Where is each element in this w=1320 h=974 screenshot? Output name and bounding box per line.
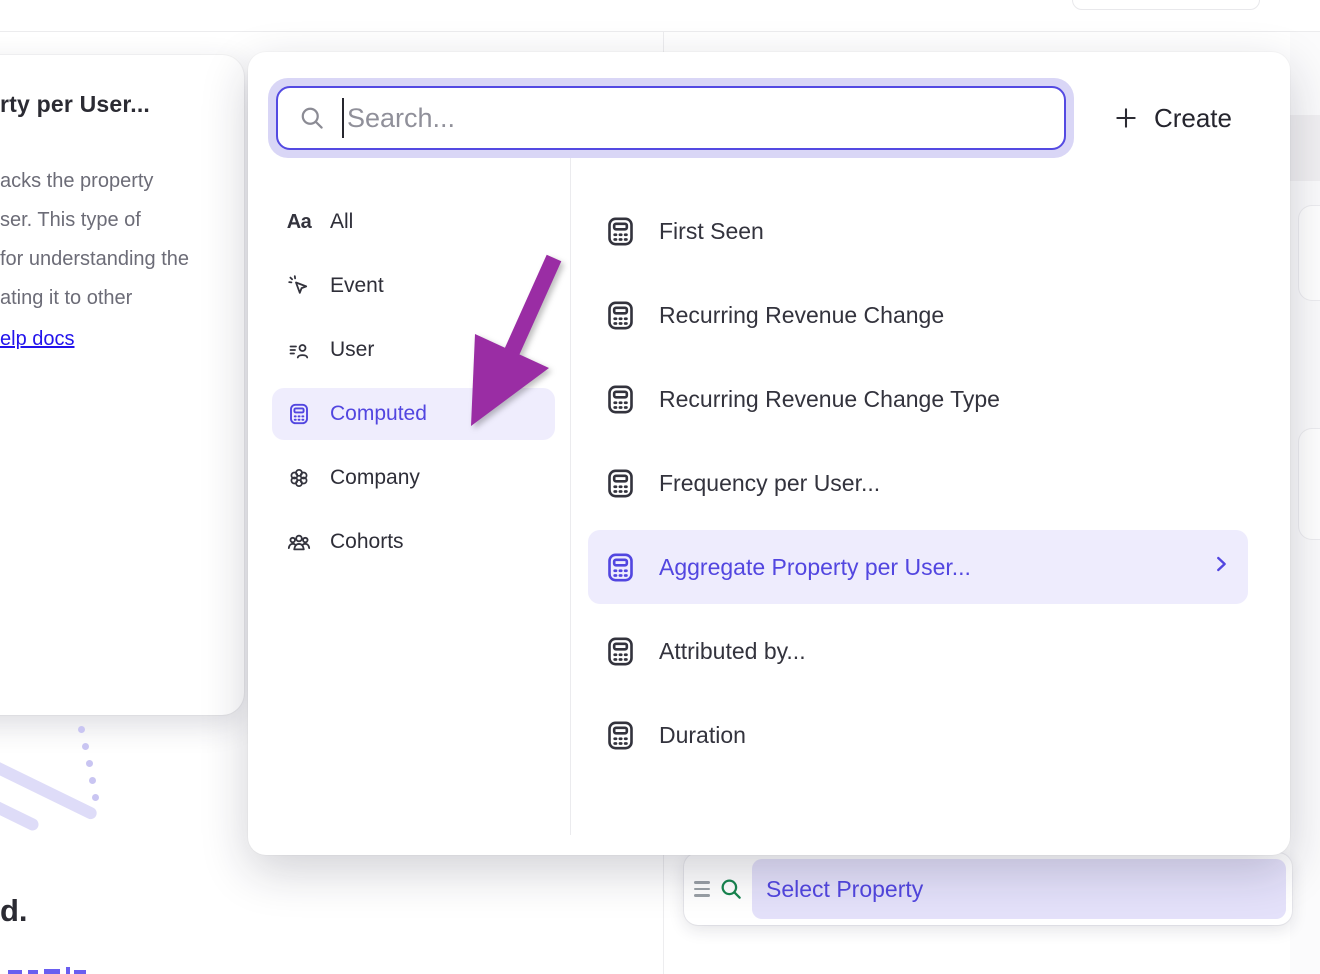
property-item[interactable]: Recurring Revenue Change <box>588 278 1248 352</box>
sidebar-item-company[interactable]: Company <box>272 452 555 504</box>
right-card-fragment <box>1298 205 1320 301</box>
right-card-fragment <box>1298 428 1320 540</box>
modal-body: Aa All Event User Computed Company Cohorts Fir… <box>248 158 1290 835</box>
calculator-icon <box>604 551 637 584</box>
right-panel-block <box>1290 115 1320 181</box>
modal-header: Search... Create <box>248 52 1290 158</box>
property-item-label: Frequency per User... <box>659 470 880 497</box>
create-label: Create <box>1154 103 1232 134</box>
tooltip-line: ser. This type of <box>0 201 228 240</box>
sidebar-item-label: All <box>330 210 353 234</box>
sidebar-item-label: Computed <box>330 402 427 426</box>
screen: rty per User... acks the property ser. T… <box>0 0 1320 974</box>
company-icon <box>286 466 312 490</box>
sidebar-item-label: User <box>330 338 374 362</box>
illustration-dot <box>86 760 93 767</box>
property-item[interactable]: Recurring Revenue Change Type <box>588 362 1248 436</box>
property-item-label: Duration <box>659 722 746 749</box>
sidebar-item-computed[interactable]: Computed <box>272 388 555 440</box>
property-item[interactable]: First Seen <box>588 194 1248 268</box>
property-item-label: Recurring Revenue Change <box>659 302 944 329</box>
property-picker-modal: Search... Create Aa All Event User Computed C… <box>248 52 1290 855</box>
property-item-label: Aggregate Property per User... <box>659 554 971 581</box>
query-builder-row: Select Property <box>684 853 1292 925</box>
sidebar-item-all[interactable]: Aa All <box>272 196 555 248</box>
calculator-icon <box>604 215 637 248</box>
calculator-icon <box>604 719 637 752</box>
sidebar-item-label: Event <box>330 274 384 298</box>
property-item[interactable]: Attributed by... <box>588 614 1248 688</box>
aa-icon: Aa <box>286 211 312 234</box>
calculator-icon <box>604 383 637 416</box>
search-icon <box>298 104 326 132</box>
property-item-label: Attributed by... <box>659 638 806 665</box>
property-tooltip-card: rty per User... acks the property ser. T… <box>0 55 244 715</box>
sidebar-item-label: Company <box>330 466 420 490</box>
clipped-link-fragment <box>8 967 98 974</box>
top-right-button-fragment[interactable] <box>1072 0 1260 10</box>
chevron-right-icon <box>1210 553 1232 581</box>
plus-icon <box>1113 105 1139 131</box>
sidebar-item-event[interactable]: Event <box>272 260 555 312</box>
illustration-line <box>0 787 41 833</box>
sidebar-item-label: Cohorts <box>330 530 404 554</box>
tooltip-body: acks the property ser. This type of for … <box>0 162 228 359</box>
search-input[interactable]: Search... <box>276 86 1066 150</box>
property-item[interactable]: Aggregate Property per User... <box>588 530 1248 604</box>
cohorts-icon <box>286 529 312 555</box>
category-sidebar: Aa All Event User Computed Company Cohorts <box>248 158 570 835</box>
illustration-dot <box>82 743 89 750</box>
property-item-label: First Seen <box>659 218 764 245</box>
property-item[interactable]: Duration <box>588 698 1248 772</box>
user-icon <box>286 338 312 362</box>
calculator-icon <box>604 635 637 668</box>
property-item-label: Recurring Revenue Change Type <box>659 386 1000 413</box>
sidebar-item-user[interactable]: User <box>272 324 555 376</box>
tooltip-line: for understanding the <box>0 240 228 279</box>
calculator-icon <box>604 299 637 332</box>
drag-handle-icon[interactable] <box>694 881 710 897</box>
search-placeholder: Search... <box>347 103 455 134</box>
search-field-glow: Search... <box>268 78 1074 158</box>
illustration-dot <box>89 777 96 784</box>
top-divider <box>0 31 1320 32</box>
property-search-icon <box>718 876 744 902</box>
select-property-button[interactable]: Select Property <box>752 859 1286 919</box>
calculator-icon <box>604 467 637 500</box>
property-list: First Seen Recurring Revenue Change Recurr… <box>571 158 1290 835</box>
illustration-dot <box>78 726 85 733</box>
illustration-dot <box>92 794 99 801</box>
tooltip-line: ating it to other <box>0 279 228 318</box>
property-item[interactable]: Frequency per User... <box>588 446 1248 520</box>
text-caret <box>342 98 344 138</box>
calculator-icon <box>286 402 312 426</box>
sidebar-item-cohorts[interactable]: Cohorts <box>272 516 555 568</box>
tooltip-line: acks the property <box>0 162 228 201</box>
empty-state-heading-fragment: d. <box>0 893 28 929</box>
help-docs-link[interactable]: elp docs <box>0 320 75 359</box>
event-cursor-icon <box>286 274 312 298</box>
tooltip-title: rty per User... <box>0 91 228 118</box>
right-panel-fragment <box>1290 32 1320 974</box>
create-button[interactable]: Create <box>1113 103 1232 134</box>
